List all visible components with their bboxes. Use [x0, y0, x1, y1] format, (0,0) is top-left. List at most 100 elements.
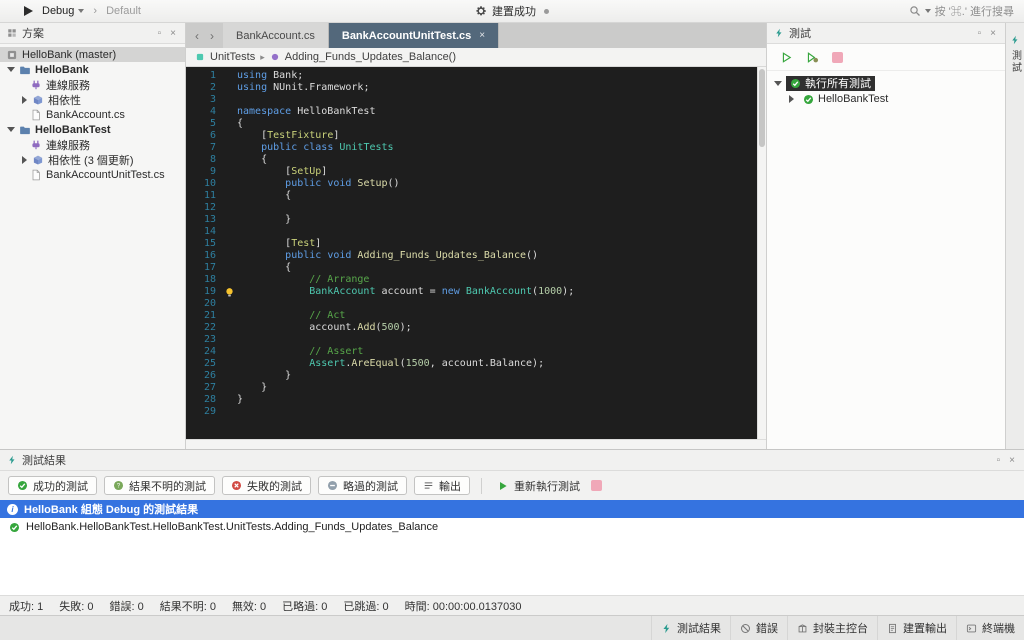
disclosure-collapsed-icon[interactable] [789, 95, 794, 103]
code-line[interactable]: 19 BankAccount account = new BankAccount… [186, 286, 757, 298]
line-number[interactable]: 10 [186, 178, 222, 190]
code-line[interactable]: 2 using NUnit.Framework; [186, 82, 757, 94]
line-number[interactable]: 11 [186, 190, 222, 202]
line-number[interactable]: 2 [186, 82, 222, 94]
status-bar-item[interactable]: 錯誤 [730, 616, 787, 640]
status-bar-item[interactable]: 終端機 [956, 616, 1024, 640]
line-number[interactable]: 25 [186, 358, 222, 370]
solution-tree-item[interactable]: 相依性 [0, 92, 185, 107]
configuration-selector[interactable]: Debug [42, 5, 85, 17]
nav-back-icon[interactable]: ‹ [195, 29, 199, 43]
disclosure-expanded-icon[interactable] [7, 67, 15, 72]
code-line[interactable]: 29 [186, 406, 757, 418]
pad-dock-icon[interactable]: ▫ [156, 28, 164, 39]
bulb-icon[interactable] [224, 287, 235, 298]
code-line[interactable]: 27 } [186, 382, 757, 394]
status-bar-item[interactable]: 建置輸出 [877, 616, 956, 640]
code-line[interactable]: 22 account.Add(500); [186, 322, 757, 334]
status-bar-item[interactable]: 測試結果 [651, 616, 730, 640]
code-line[interactable]: 6 [TestFixture] [186, 130, 757, 142]
code-line[interactable]: 9 [SetUp] [186, 166, 757, 178]
code-line[interactable]: 23 [186, 334, 757, 346]
solution-tree-item[interactable]: HelloBank (master) [0, 47, 185, 62]
solution-tree-item[interactable]: BankAccount.cs [0, 107, 185, 122]
line-number[interactable]: 15 [186, 238, 222, 250]
debug-play-icon[interactable] [806, 51, 819, 64]
breadcrumb-method[interactable]: Adding_Funds_Updates_Balance() [285, 51, 456, 63]
results-filter-button[interactable]: 失敗的測試 [222, 476, 311, 495]
editor-horizontal-scrollbar[interactable] [186, 439, 766, 449]
results-filter-button[interactable]: 輸出 [414, 476, 470, 495]
scrollbar-thumb[interactable] [759, 69, 765, 147]
pad-dock-icon[interactable]: ▫ [995, 455, 1003, 466]
tab-close-icon[interactable]: × [479, 30, 485, 41]
code-line[interactable]: 26 } [186, 370, 757, 382]
editor-tab[interactable]: BankAccount.cs [223, 23, 329, 48]
run-target-selector[interactable]: Default [106, 5, 141, 17]
editor-vertical-scrollbar[interactable] [757, 67, 766, 439]
line-number[interactable]: 20 [186, 298, 222, 310]
line-number[interactable]: 28 [186, 394, 222, 406]
code-line[interactable]: 14 [186, 226, 757, 238]
line-number[interactable]: 17 [186, 262, 222, 274]
build-status[interactable]: 建置成功 [475, 3, 549, 19]
line-number[interactable]: 24 [186, 346, 222, 358]
code-line[interactable]: 10 public void Setup() [186, 178, 757, 190]
vertical-tab-tests[interactable]: 測試 [1008, 50, 1023, 74]
test-result-row[interactable]: HelloBank.HelloBankTest.HelloBankTest.Un… [0, 518, 1024, 536]
code-line[interactable]: 3 [186, 94, 757, 106]
solution-tree-item[interactable]: 相依性 (3 個更新) [0, 152, 185, 167]
nav-forward-icon[interactable]: › [210, 29, 214, 43]
code-line[interactable]: 4 namespace HelloBankTest [186, 106, 757, 118]
run-button[interactable] [24, 6, 33, 16]
code-line[interactable]: 16 public void Adding_Funds_Updates_Bala… [186, 250, 757, 262]
line-number[interactable]: 26 [186, 370, 222, 382]
code-line[interactable]: 11 { [186, 190, 757, 202]
disclosure-expanded-icon[interactable] [774, 80, 782, 86]
code-line[interactable]: 13 } [186, 214, 757, 226]
line-number[interactable]: 8 [186, 154, 222, 166]
solution-tree-item[interactable]: 連線服務 [0, 77, 185, 92]
code-line[interactable]: 12 [186, 202, 757, 214]
code-line[interactable]: 5{ [186, 118, 757, 130]
disclosure-collapsed-icon[interactable] [22, 155, 27, 164]
rerun-tests-button[interactable]: 重新執行測試 [493, 478, 584, 494]
search-field[interactable]: 按 '⌘.' 進行搜尋 [909, 3, 1014, 19]
stop-icon[interactable] [591, 480, 602, 491]
code-line[interactable]: 8 { [186, 154, 757, 166]
play-outline-icon[interactable] [780, 51, 793, 64]
disclosure-collapsed-icon[interactable] [22, 95, 27, 104]
solution-tree-item[interactable]: 連線服務 [0, 137, 185, 152]
line-number[interactable]: 16 [186, 250, 222, 262]
tests-tree-item[interactable]: HelloBankTest [767, 91, 1005, 107]
line-number[interactable]: 13 [186, 214, 222, 226]
line-number[interactable]: 7 [186, 142, 222, 154]
code-line[interactable]: 15 [Test] [186, 238, 757, 250]
line-number[interactable]: 14 [186, 226, 222, 238]
pad-dock-icon[interactable]: ▫ [976, 28, 984, 39]
code-line[interactable]: 18 // Arrange [186, 274, 757, 286]
code-line[interactable]: 17 { [186, 262, 757, 274]
line-number[interactable]: 23 [186, 334, 222, 346]
results-filter-button[interactable]: 成功的測試 [8, 476, 97, 495]
code-line[interactable]: 21 // Act [186, 310, 757, 322]
code-line[interactable]: 7 public class UnitTests [186, 142, 757, 154]
code-line[interactable]: 1 using Bank; [186, 70, 757, 82]
solution-tree-item[interactable]: BankAccountUnitTest.cs [0, 167, 185, 182]
code-line[interactable]: 28} [186, 394, 757, 406]
pad-close-icon[interactable]: × [988, 28, 998, 39]
line-number[interactable]: 3 [186, 94, 222, 106]
tests-tree-item[interactable]: 執行所有測試 [767, 75, 1005, 91]
line-number[interactable]: 29 [186, 406, 222, 418]
results-filter-button[interactable]: ? 結果不明的測試 [104, 476, 215, 495]
code-line[interactable]: 25 Assert.AreEqual(1500, account.Balance… [186, 358, 757, 370]
editor-tab[interactable]: BankAccountUnitTest.cs × [328, 23, 500, 48]
code-line[interactable]: 24 // Assert [186, 346, 757, 358]
line-number[interactable]: 21 [186, 310, 222, 322]
line-number[interactable]: 27 [186, 382, 222, 394]
line-number[interactable]: 22 [186, 322, 222, 334]
code-line[interactable]: 20 [186, 298, 757, 310]
pad-close-icon[interactable]: × [168, 28, 178, 39]
line-number[interactable]: 1 [186, 70, 222, 82]
solution-tree-item[interactable]: HelloBankTest [0, 122, 185, 137]
